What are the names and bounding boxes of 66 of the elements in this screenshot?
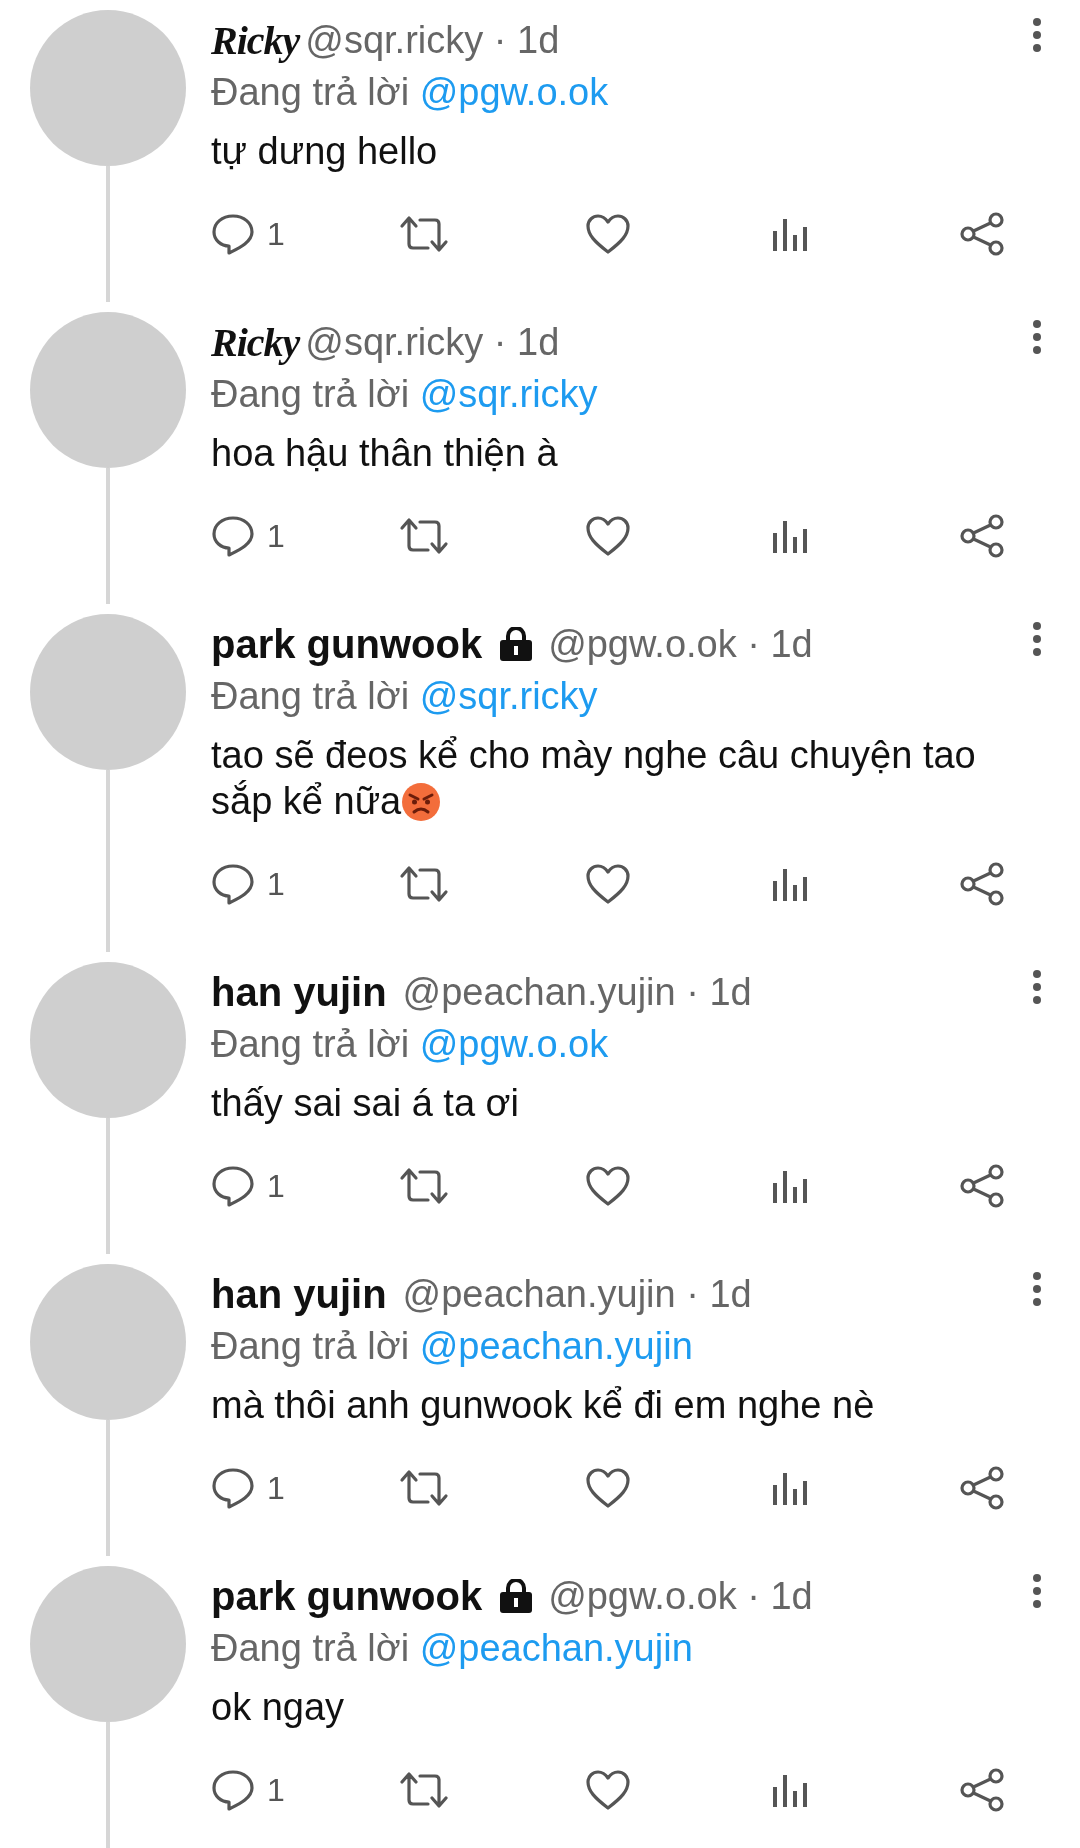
post-text: ok ngay <box>211 1686 345 1728</box>
more-options-icon[interactable] <box>1032 1574 1042 1608</box>
bar-chart-icon[interactable] <box>772 867 808 901</box>
replying-to-label: Đang trả lời <box>211 1325 410 1367</box>
reply-count: 1 <box>267 1167 285 1205</box>
replying-to-label: Đang trả lời <box>211 675 410 717</box>
bar-chart-icon[interactable] <box>772 1471 808 1505</box>
bar-chart-icon[interactable] <box>772 519 808 553</box>
handle-and-time: @peachan.yujin · 1d <box>402 970 752 1014</box>
retweet-icon[interactable] <box>398 1770 450 1810</box>
handle-and-time: @pgw.o.ok · 1d <box>548 622 813 666</box>
handle-and-time: @sqr.ricky · 1d <box>305 320 560 364</box>
reply-count: 1 <box>267 1771 285 1809</box>
share-icon[interactable] <box>959 514 1005 558</box>
heart-icon[interactable] <box>585 213 631 255</box>
reply-icon[interactable] <box>211 1165 255 1207</box>
replying-to-label: Đang trả lời <box>211 71 410 113</box>
share-icon[interactable] <box>959 1466 1005 1510</box>
user-name[interactable]: Ricky <box>211 318 300 366</box>
heart-icon[interactable] <box>585 1165 631 1207</box>
reply-icon[interactable] <box>211 1467 255 1509</box>
user-name[interactable]: park gunwook <box>211 621 483 667</box>
share-icon[interactable] <box>959 212 1005 256</box>
retweet-icon[interactable] <box>398 864 450 904</box>
reply-icon[interactable] <box>211 213 255 255</box>
post-text: hoa hậu thân thiện à <box>211 432 558 474</box>
retweet-icon[interactable] <box>398 1468 450 1508</box>
share-icon[interactable] <box>959 1164 1005 1208</box>
reply-count: 1 <box>267 865 285 903</box>
reply-icon[interactable] <box>211 1769 255 1811</box>
heart-icon[interactable] <box>585 863 631 905</box>
user-name[interactable]: han yujin <box>211 1271 387 1317</box>
post-text: tự dưng hello <box>211 130 438 172</box>
handle-and-time: @sqr.ricky · 1d <box>305 18 560 62</box>
heart-icon[interactable] <box>585 1467 631 1509</box>
more-options-icon[interactable] <box>1032 970 1042 1004</box>
replying-to-label: Đang trả lời <box>211 1023 410 1065</box>
bar-chart-icon[interactable] <box>772 1169 808 1203</box>
more-options-icon[interactable] <box>1032 18 1042 52</box>
bar-chart-icon[interactable] <box>772 1773 808 1807</box>
reply-icon[interactable] <box>211 515 255 557</box>
user-name[interactable]: han yujin <box>211 969 387 1015</box>
more-options-icon[interactable] <box>1032 320 1042 354</box>
user-name[interactable]: Ricky <box>211 16 300 64</box>
post-text: mà thôi anh gunwook kể đi em nghe nè <box>211 1384 875 1426</box>
handle-and-time: @peachan.yujin · 1d <box>402 1272 752 1316</box>
more-options-icon[interactable] <box>1032 1272 1042 1306</box>
retweet-icon[interactable] <box>398 1166 450 1206</box>
user-name[interactable]: park gunwook <box>211 1573 483 1619</box>
handle-and-time: @pgw.o.ok · 1d <box>548 1574 813 1618</box>
reply-count: 1 <box>267 215 285 253</box>
more-options-icon[interactable] <box>1032 622 1042 656</box>
heart-icon[interactable] <box>585 515 631 557</box>
share-icon[interactable] <box>959 862 1005 906</box>
replying-to-label: Đang trả lời <box>211 373 410 415</box>
post-text: thấy sai sai á ta ơi <box>211 1082 519 1124</box>
share-icon[interactable] <box>959 1768 1005 1812</box>
retweet-icon[interactable] <box>398 214 450 254</box>
reply-count: 1 <box>267 517 285 555</box>
heart-icon[interactable] <box>585 1769 631 1811</box>
bar-chart-icon[interactable] <box>772 217 808 251</box>
reply-icon[interactable] <box>211 863 255 905</box>
replying-to-label: Đang trả lời <box>211 1627 410 1669</box>
reply-count: 1 <box>267 1469 285 1507</box>
post-text: tao sẽ đeos kể cho mày nghe câu chuyện tao sắp kể nữa <box>211 734 976 822</box>
retweet-icon[interactable] <box>398 516 450 556</box>
